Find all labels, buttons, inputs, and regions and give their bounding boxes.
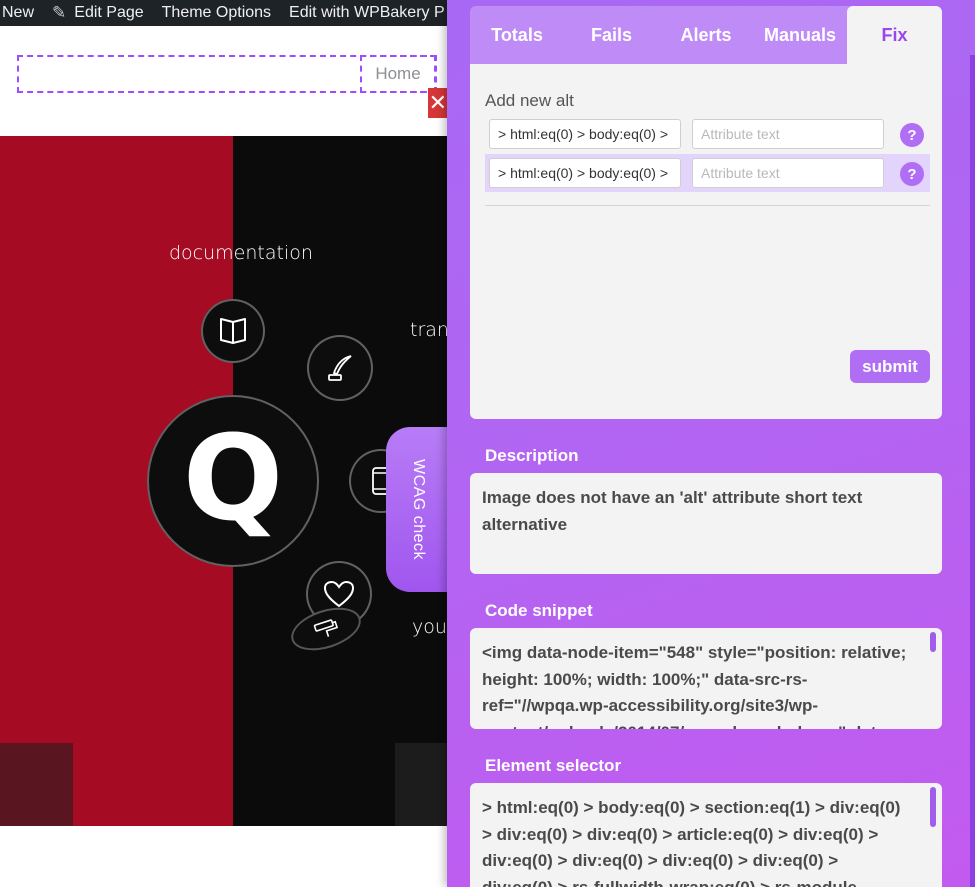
description-box: Image does not have an 'alt' attribute s… bbox=[470, 473, 942, 574]
hero-label-documentation: documentation bbox=[169, 242, 313, 264]
panel-tabs: Totals Fails Alerts Manuals Fix bbox=[470, 6, 942, 64]
tab-totals[interactable]: Totals bbox=[470, 6, 564, 64]
page-footer bbox=[0, 826, 447, 887]
alt-row: ? bbox=[485, 115, 930, 153]
wcag-check-toggle[interactable]: WCAG check bbox=[386, 427, 450, 592]
quazal-logo: Q bbox=[147, 395, 319, 567]
admin-bar-theme-options-label: Theme Options bbox=[161, 4, 272, 21]
page-header: Home ✕ bbox=[0, 26, 448, 136]
paint-roller-icon-svg bbox=[313, 619, 339, 637]
code-snippet-scrollbar[interactable] bbox=[930, 632, 936, 652]
code-snippet-text: <img data-node-item="548" style="positio… bbox=[482, 643, 907, 729]
wcag-check-label: WCAG check bbox=[410, 458, 427, 560]
thumbnail-right bbox=[395, 743, 447, 826]
book-icon bbox=[201, 299, 265, 363]
wcag-panel: Totals Fails Alerts Manuals Fix Add new … bbox=[447, 0, 975, 887]
code-snippet-title: Code snippet bbox=[485, 601, 593, 620]
menu-item-home-label: Home bbox=[375, 64, 421, 83]
quazal-logo-letter: Q bbox=[182, 409, 284, 547]
thumbnail-left bbox=[0, 743, 73, 826]
tab-alerts-label: Alerts bbox=[680, 24, 732, 45]
pencil-icon: ✎ bbox=[52, 3, 67, 22]
help-icon[interactable]: ? bbox=[900, 123, 924, 147]
admin-bar-wpbakery-label: Edit with WPBakery P bbox=[289, 4, 445, 21]
hero-label-you: you' bbox=[412, 616, 447, 638]
hero-label-trans: trans bbox=[410, 319, 447, 341]
tab-totals-label: Totals bbox=[491, 24, 543, 45]
fix-title: Add new alt bbox=[485, 91, 574, 110]
help-icon[interactable]: ? bbox=[900, 162, 924, 186]
close-icon[interactable]: ✕ bbox=[428, 88, 448, 118]
tab-fails[interactable]: Fails bbox=[564, 6, 659, 64]
tab-manuals-label: Manuals bbox=[763, 24, 837, 45]
help-icon-glyph: ? bbox=[907, 165, 917, 183]
quill-icon bbox=[307, 335, 373, 401]
admin-bar-new[interactable]: New bbox=[2, 4, 34, 22]
code-snippet-box[interactable]: <img data-node-item="548" style="positio… bbox=[470, 628, 942, 729]
book-icon-svg bbox=[220, 318, 246, 344]
fix-divider bbox=[485, 205, 930, 206]
description-title: Description bbox=[485, 446, 579, 465]
close-glyph: ✕ bbox=[428, 90, 447, 115]
attribute-text-input[interactable] bbox=[692, 158, 884, 188]
admin-bar-new-label: New bbox=[2, 4, 35, 21]
description-text: Image does not have an 'alt' attribute s… bbox=[482, 488, 863, 534]
admin-bar-theme-options[interactable]: Theme Options bbox=[162, 4, 271, 22]
selector-input[interactable] bbox=[489, 119, 681, 149]
quill-icon-svg bbox=[328, 355, 352, 381]
attribute-text-input[interactable] bbox=[692, 119, 884, 149]
admin-bar-edit-page[interactable]: ✎ Edit Page bbox=[52, 3, 144, 23]
tab-alerts[interactable]: Alerts bbox=[659, 6, 753, 64]
tab-fix[interactable]: Fix bbox=[847, 6, 942, 64]
element-selector-title: Element selector bbox=[485, 756, 622, 775]
submit-button[interactable]: submit bbox=[850, 350, 930, 383]
hero-slider: documentation trans you' Q bbox=[0, 136, 447, 826]
fix-card: Add new alt ? ? submit bbox=[470, 64, 942, 419]
admin-bar-wpbakery[interactable]: Edit with WPBakery P bbox=[289, 4, 445, 22]
admin-bar-edit-page-label: Edit Page bbox=[74, 4, 144, 21]
element-selector-text: > html:eq(0) > body:eq(0) > section:eq(1… bbox=[482, 798, 901, 887]
tab-fails-label: Fails bbox=[590, 24, 633, 45]
menu-item-home[interactable]: Home bbox=[360, 55, 436, 93]
panel-scrollbar[interactable] bbox=[970, 55, 975, 887]
help-icon-glyph: ? bbox=[907, 126, 917, 144]
selector-input[interactable] bbox=[489, 158, 681, 188]
element-selector-box[interactable]: > html:eq(0) > body:eq(0) > section:eq(1… bbox=[470, 783, 942, 887]
tab-manuals[interactable]: Manuals bbox=[753, 6, 847, 64]
element-selector-scrollbar[interactable] bbox=[930, 787, 936, 827]
alt-row: ? bbox=[485, 154, 930, 192]
tab-fix-label: Fix bbox=[881, 24, 908, 45]
heart-icon-svg bbox=[323, 580, 355, 608]
